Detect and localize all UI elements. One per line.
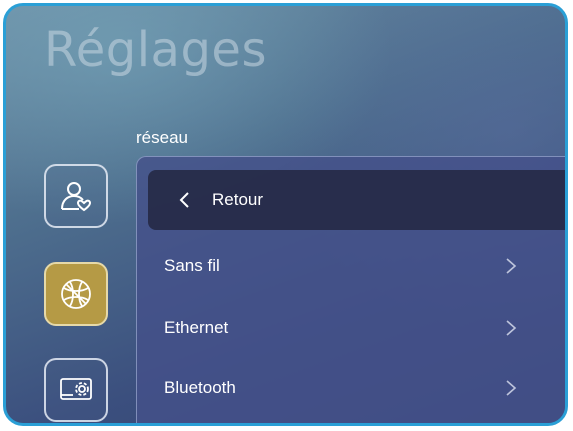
section-label: réseau	[136, 128, 188, 147]
back-button[interactable]: Retour	[148, 170, 565, 230]
menu-item-label: Ethernet	[164, 318, 229, 337]
user-settings-icon	[61, 182, 92, 212]
sidebar-item-user[interactable]	[44, 164, 108, 228]
chevron-right-icon	[506, 380, 517, 396]
chevron-left-icon	[179, 192, 189, 208]
sidebar-item-network[interactable]	[44, 262, 108, 326]
back-label: Retour	[212, 190, 264, 209]
menu-item-label: Bluetooth	[164, 378, 236, 397]
settings-screen: Réglages réseau Retour Sans fil Ethernet…	[3, 3, 568, 426]
chevron-right-icon	[506, 258, 517, 274]
sidebar-item-display[interactable]	[44, 358, 108, 422]
menu-item-ethernet[interactable]: Ethernet	[148, 302, 565, 354]
menu-item-wireless[interactable]: Sans fil	[148, 240, 565, 292]
chevron-right-icon	[506, 320, 517, 336]
globe-network-icon	[61, 279, 91, 309]
page-title: Réglages	[44, 22, 267, 78]
menu-item-bluetooth[interactable]: Bluetooth	[148, 362, 565, 414]
display-gear-icon	[60, 378, 92, 400]
menu-item-label: Sans fil	[164, 256, 220, 275]
